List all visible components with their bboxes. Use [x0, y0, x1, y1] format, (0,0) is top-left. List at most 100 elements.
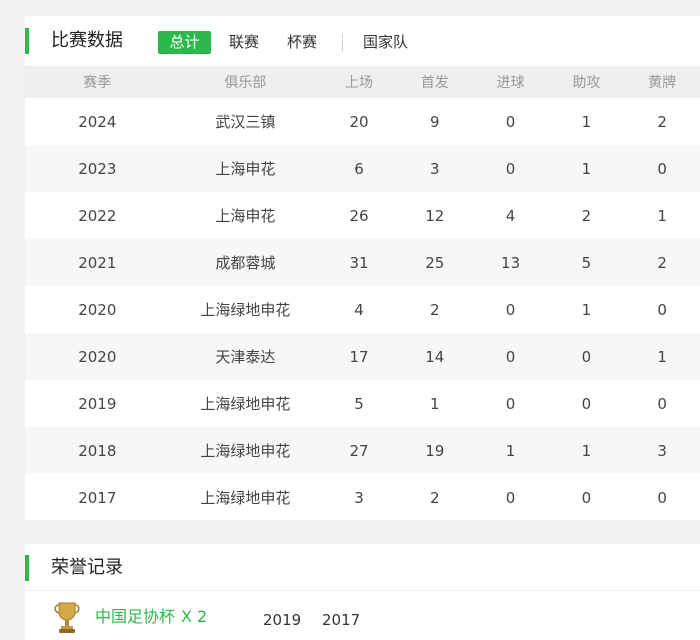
tab-total[interactable]: 总计: [158, 31, 211, 54]
season-cell: 2024: [78, 112, 117, 131]
goals-cell: 4: [505, 206, 516, 225]
yellow-cards-cell: 0: [657, 394, 667, 413]
trophy-icon: [54, 602, 80, 633]
stats-table: 赛季 俱乐部 上场 首发 进球 助攻 黄牌 2024 武汉三镇 20 9 0 1 2 2023…: [25, 66, 700, 521]
club-cell[interactable]: 天津泰达: [170, 346, 322, 367]
yellow-cards-cell: 2: [657, 253, 667, 272]
season-cell: 2021: [78, 253, 117, 272]
stats-title: 比赛数据: [51, 30, 123, 51]
appearances-cell: 26: [349, 206, 369, 225]
stats-card: 比赛数据 总计 联赛 杯赛 国家队 赛季 俱乐部 上场 首发 进球 助攻 黄牌 …: [25, 16, 700, 520]
assists-cell: 2: [581, 206, 592, 225]
club-cell[interactable]: 武汉三镇: [170, 111, 322, 132]
assists-cell: 1: [581, 112, 592, 131]
goals-cell: 0: [505, 112, 516, 131]
club-cell[interactable]: 上海绿地申花: [170, 393, 322, 414]
tab-national-team[interactable]: 国家队: [363, 31, 408, 54]
starts-cell: 3: [430, 159, 440, 178]
appearances-cell: 5: [354, 394, 364, 413]
starts-cell: 9: [430, 112, 440, 131]
table-row: 2017 上海绿地申花 3 2 0 0 0: [25, 474, 700, 521]
starts-cell: 14: [425, 347, 445, 366]
table-row: 2019 上海绿地申花 5 1 0 0 0: [25, 380, 700, 427]
appearances-cell: 27: [349, 441, 369, 460]
appearances-cell: 6: [354, 159, 364, 178]
column-header-goals[interactable]: 进球: [473, 72, 549, 92]
tab-separator: [342, 34, 343, 52]
season-cell: 2017: [78, 488, 117, 507]
stats-header: 比赛数据 总计 联赛 杯赛 国家队: [25, 16, 700, 66]
section-accent-bar: [25, 555, 29, 581]
starts-cell: 19: [425, 441, 445, 460]
column-header-assists[interactable]: 助攻: [548, 72, 624, 92]
assists-cell: 1: [581, 159, 592, 178]
table-row: 2023 上海申花 6 3 0 1 0: [25, 145, 700, 192]
table-row: 2020 上海绿地申花 4 2 0 1 0: [25, 286, 700, 333]
yellow-cards-cell: 2: [657, 112, 667, 131]
column-header-starts[interactable]: 首发: [397, 72, 473, 92]
club-cell[interactable]: 上海绿地申花: [170, 440, 322, 461]
goals-cell: 0: [505, 159, 516, 178]
starts-cell: 25: [425, 253, 445, 272]
starts-cell: 1: [430, 394, 440, 413]
table-row: 2022 上海申花 26 12 4 2 1: [25, 192, 700, 239]
season-cell: 2018: [78, 441, 117, 460]
season-cell: 2020: [78, 347, 117, 366]
assists-cell: 0: [581, 347, 592, 366]
column-header-yellow-cards[interactable]: 黄牌: [624, 72, 700, 92]
goals-cell: 0: [505, 347, 516, 366]
goals-cell: 0: [505, 300, 516, 319]
season-cell: 2019: [78, 394, 117, 413]
goals-cell: 0: [505, 488, 516, 507]
appearances-cell: 17: [349, 347, 369, 366]
yellow-cards-cell: 1: [657, 206, 667, 225]
goals-cell: 1: [505, 441, 516, 460]
assists-cell: 5: [581, 253, 592, 272]
starts-cell: 12: [425, 206, 445, 225]
yellow-cards-cell: 3: [657, 441, 667, 460]
season-cell: 2023: [78, 159, 117, 178]
goals-cell: 13: [501, 253, 521, 272]
yellow-cards-cell: 0: [657, 300, 667, 319]
column-header-appearances[interactable]: 上场: [321, 72, 397, 92]
tab-cup[interactable]: 杯赛: [287, 31, 317, 54]
table-header-row: 赛季 俱乐部 上场 首发 进球 助攻 黄牌: [25, 66, 700, 98]
assists-cell: 0: [581, 394, 592, 413]
honor-name[interactable]: 中国足协杯: [95, 606, 175, 628]
season-cell: 2022: [78, 206, 117, 225]
season-cell: 2020: [78, 300, 117, 319]
yellow-cards-cell: 0: [657, 488, 667, 507]
column-header-club[interactable]: 俱乐部: [170, 72, 322, 92]
table-row: 2018 上海绿地申花 27 19 1 1 3: [25, 427, 700, 474]
goals-cell: 0: [505, 394, 516, 413]
table-body: 2024 武汉三镇 20 9 0 1 2 2023 上海申花 6 3 0 1 0 2022 上海申花 26 12 4…: [25, 98, 700, 521]
appearances-cell: 20: [349, 112, 369, 131]
club-cell[interactable]: 成都蓉城: [170, 252, 322, 273]
club-cell[interactable]: 上海申花: [170, 158, 322, 179]
yellow-cards-cell: 0: [657, 159, 667, 178]
column-header-season[interactable]: 赛季: [25, 72, 170, 92]
club-cell[interactable]: 上海绿地申花: [170, 299, 322, 320]
club-cell[interactable]: 上海绿地申花: [170, 487, 322, 508]
honors-divider: [25, 590, 700, 591]
appearances-cell: 31: [349, 253, 369, 272]
table-row: 2024 武汉三镇 20 9 0 1 2: [25, 98, 700, 145]
honor-year: 2019: [263, 611, 302, 629]
honor-count: X 2: [181, 607, 208, 626]
honor-year: 2017: [322, 611, 361, 629]
tab-league[interactable]: 联赛: [229, 31, 259, 54]
honors-card: 荣誉记录 中国足协杯 X 2 2019 2017: [25, 544, 700, 640]
club-cell[interactable]: 上海申花: [170, 205, 322, 226]
appearances-cell: 4: [354, 300, 364, 319]
section-accent-bar: [25, 28, 29, 54]
honors-title: 荣誉记录: [51, 557, 123, 578]
starts-cell: 2: [430, 488, 440, 507]
table-row: 2020 天津泰达 17 14 0 0 1: [25, 333, 700, 380]
appearances-cell: 3: [354, 488, 364, 507]
assists-cell: 1: [581, 300, 592, 319]
assists-cell: 0: [581, 488, 592, 507]
yellow-cards-cell: 1: [657, 347, 667, 366]
assists-cell: 1: [581, 441, 592, 460]
starts-cell: 2: [430, 300, 440, 319]
table-row: 2021 成都蓉城 31 25 13 5 2: [25, 239, 700, 286]
